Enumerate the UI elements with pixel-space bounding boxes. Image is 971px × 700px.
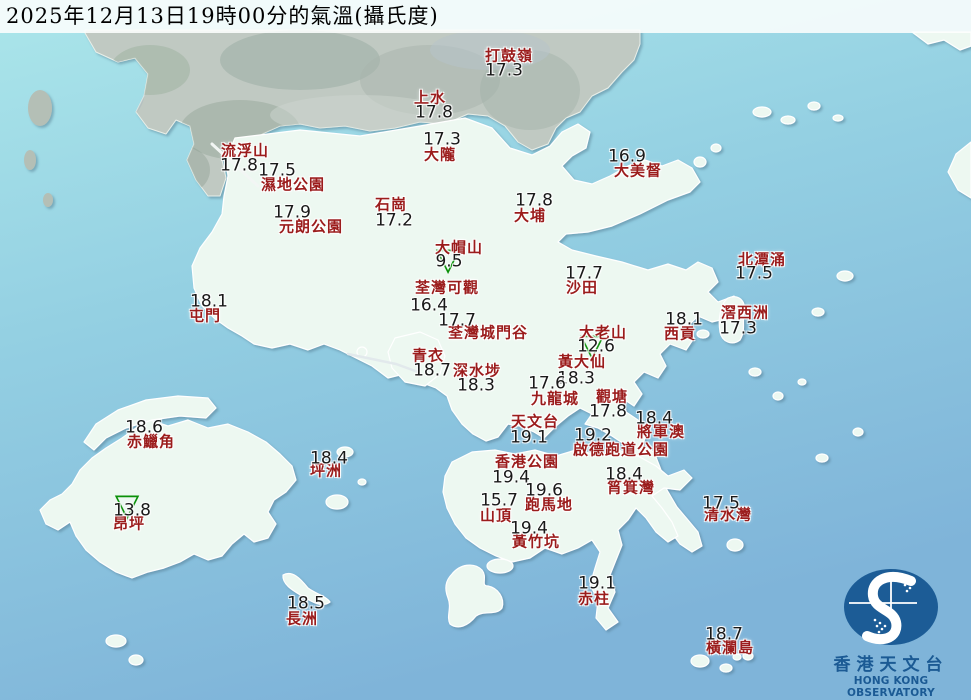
station-temp: 18.7 <box>705 627 743 644</box>
station-name: 大埔 <box>514 209 546 224</box>
weather-map-page: 2025年12月13日19時00分的氣溫(攝氏度) 17.3打鼓嶺17.8上水1… <box>0 0 971 700</box>
station-temp: 17.8 <box>220 158 258 175</box>
station-temp: 17.8 <box>589 404 627 421</box>
station-temp: 17.8 <box>415 105 453 122</box>
station-temp: 19.4 <box>510 521 548 538</box>
station-name: 九龍城 <box>531 392 579 407</box>
station-temp: 17.7 <box>438 313 476 330</box>
station-name: 山頂 <box>480 509 512 524</box>
station-temp: 17.7 <box>565 266 603 283</box>
station-temp: 17.9 <box>273 205 311 222</box>
station-temp: 19.2 <box>574 428 612 445</box>
station-temp: 18.1 <box>665 312 703 329</box>
station-temp: 19.6 <box>525 483 563 500</box>
station-name: 大隴 <box>424 148 456 163</box>
station-temp: 17.3 <box>423 132 461 149</box>
station-temp: 16.9 <box>608 149 646 166</box>
station-temp: 17.5 <box>702 496 740 513</box>
station-temp: 19.1 <box>510 430 548 447</box>
station-temp: 18.4 <box>635 411 673 428</box>
hko-logo: 香港天文台 HONG KONG OBSERVATORY <box>813 565 969 699</box>
hko-emblem-icon <box>839 565 943 649</box>
station-temp: 17.8 <box>515 193 553 210</box>
station-temp: 18.1 <box>190 294 228 311</box>
station-temp: 13.8 <box>113 503 151 520</box>
station-temp: 18.6 <box>125 420 163 437</box>
station-temp: 9.5 <box>435 254 462 271</box>
station-temp: 18.3 <box>457 378 495 395</box>
station-temp: 18.7 <box>413 363 451 380</box>
station-name: 長洲 <box>286 612 318 627</box>
station-name: 黃大仙 <box>558 355 606 370</box>
station-temp: 18.5 <box>287 596 325 613</box>
station-name: 赤柱 <box>578 592 610 607</box>
station-temp: 17.2 <box>375 213 413 230</box>
station-temp: 12.6 <box>577 339 615 356</box>
station-temp: 17.5 <box>258 163 296 180</box>
station-temp: 17.5 <box>735 266 773 283</box>
station-temp: 18.4 <box>310 451 348 468</box>
hko-logo-chinese: 香港天文台 <box>813 650 969 675</box>
station-temp: 17.3 <box>719 321 757 338</box>
station-temp: 18.4 <box>605 467 643 484</box>
station-temp: 19.1 <box>578 576 616 593</box>
hko-logo-english: HONG KONG OBSERVATORY <box>813 675 969 699</box>
station-temp: 17.6 <box>528 376 566 393</box>
station-temp: 17.3 <box>485 63 523 80</box>
station-name: 荃灣可觀 <box>415 281 479 296</box>
station-temp: 15.7 <box>480 493 518 510</box>
